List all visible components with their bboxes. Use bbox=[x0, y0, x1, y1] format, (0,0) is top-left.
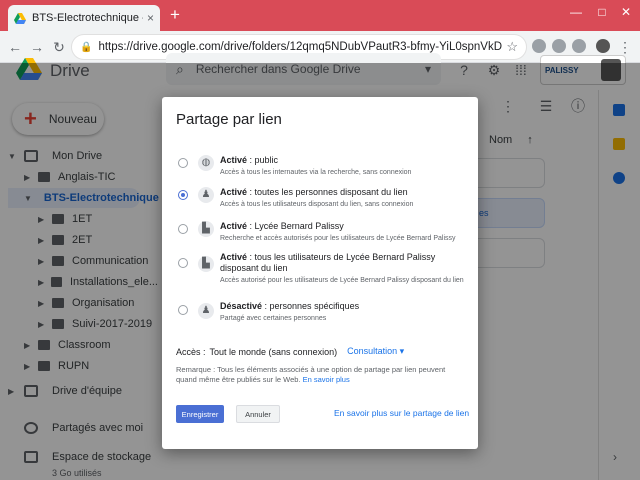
browser-tab[interactable]: BTS-Electrotechnique - Google D × bbox=[8, 5, 160, 31]
tab-title: BTS-Electrotechnique - Google D bbox=[32, 12, 143, 24]
option-title: : public bbox=[247, 155, 279, 165]
person-link-icon: ♟ bbox=[198, 187, 214, 203]
access-label: Accès : bbox=[176, 346, 206, 357]
option-description: Partagé avec certaines personnes bbox=[220, 315, 327, 322]
building-link-icon: ▙ bbox=[198, 256, 214, 272]
browser-menu-icon[interactable]: ⋮ bbox=[616, 38, 634, 56]
new-tab-button[interactable]: + bbox=[166, 6, 184, 24]
address-url: https://drive.google.com/drive/folders/1… bbox=[98, 41, 502, 53]
option-title: : Lycée Bernard Palissy bbox=[247, 221, 344, 231]
remark-learn-more-link[interactable]: En savoir plus bbox=[303, 375, 350, 384]
radio-button-selected[interactable] bbox=[178, 190, 188, 200]
radio-button[interactable] bbox=[178, 258, 188, 268]
option-title: : personnes spécifiques bbox=[262, 301, 360, 311]
forward-icon[interactable]: → bbox=[28, 38, 46, 56]
learn-more-link[interactable]: En savoir plus sur le partage de lien bbox=[334, 408, 469, 418]
extension-icon[interactable] bbox=[552, 39, 566, 53]
profile-avatar[interactable] bbox=[596, 39, 610, 53]
cancel-button[interactable]: Annuler bbox=[236, 405, 280, 423]
option-state: Désactivé bbox=[220, 301, 263, 311]
extension-icon[interactable] bbox=[572, 39, 586, 53]
access-row: Accès : Tout le monde (sans connexion) C… bbox=[176, 346, 404, 357]
person-icon: ♟ bbox=[198, 303, 214, 319]
lock-icon: 🔒 bbox=[80, 41, 93, 53]
dialog-title: Partage par lien bbox=[176, 111, 282, 128]
option-description: Accès à tous les utilisateurs disposant … bbox=[220, 201, 414, 208]
minimize-button[interactable]: — bbox=[566, 4, 586, 20]
close-window-button[interactable]: ✕ bbox=[616, 4, 636, 20]
tab-close-icon[interactable]: × bbox=[147, 11, 154, 25]
bookmark-star-icon[interactable]: ☆ bbox=[506, 39, 518, 55]
remark-text: Remarque : Tous les éléments associés à … bbox=[176, 365, 466, 385]
save-button[interactable]: Enregistrer bbox=[176, 405, 224, 423]
maximize-button[interactable]: □ bbox=[592, 4, 612, 20]
radio-button[interactable] bbox=[178, 224, 188, 234]
option-state: Activé bbox=[220, 155, 248, 165]
link-sharing-dialog: Partage par lien ◍ Activé : public Accès… bbox=[162, 97, 478, 449]
option-description: Accès autorisé pour les utilisateurs de … bbox=[220, 277, 464, 284]
option-title: : tous les utilisateurs de Lycée Bernard… bbox=[220, 252, 436, 273]
option-title: : toutes les personnes disposant du lien bbox=[247, 187, 408, 197]
radio-button[interactable] bbox=[178, 158, 188, 168]
option-state: Activé bbox=[220, 252, 248, 262]
reload-icon[interactable]: ↻ bbox=[50, 38, 68, 56]
access-role-dropdown[interactable]: Consultation ▾ bbox=[347, 346, 404, 357]
radio-button[interactable] bbox=[178, 305, 188, 315]
back-icon[interactable]: ← bbox=[6, 38, 24, 56]
access-value: Tout le monde (sans connexion) bbox=[209, 346, 338, 357]
option-state: Activé bbox=[220, 221, 248, 231]
option-description: Accès à tous les internautes via la rech… bbox=[220, 169, 412, 176]
option-description: Recherche et accès autorisés pour les ut… bbox=[220, 235, 456, 242]
extension-icon[interactable] bbox=[532, 39, 546, 53]
option-state: Activé bbox=[220, 187, 248, 197]
building-icon: ▙ bbox=[198, 221, 214, 237]
drive-favicon-icon bbox=[14, 12, 26, 24]
globe-icon: ◍ bbox=[198, 155, 214, 171]
